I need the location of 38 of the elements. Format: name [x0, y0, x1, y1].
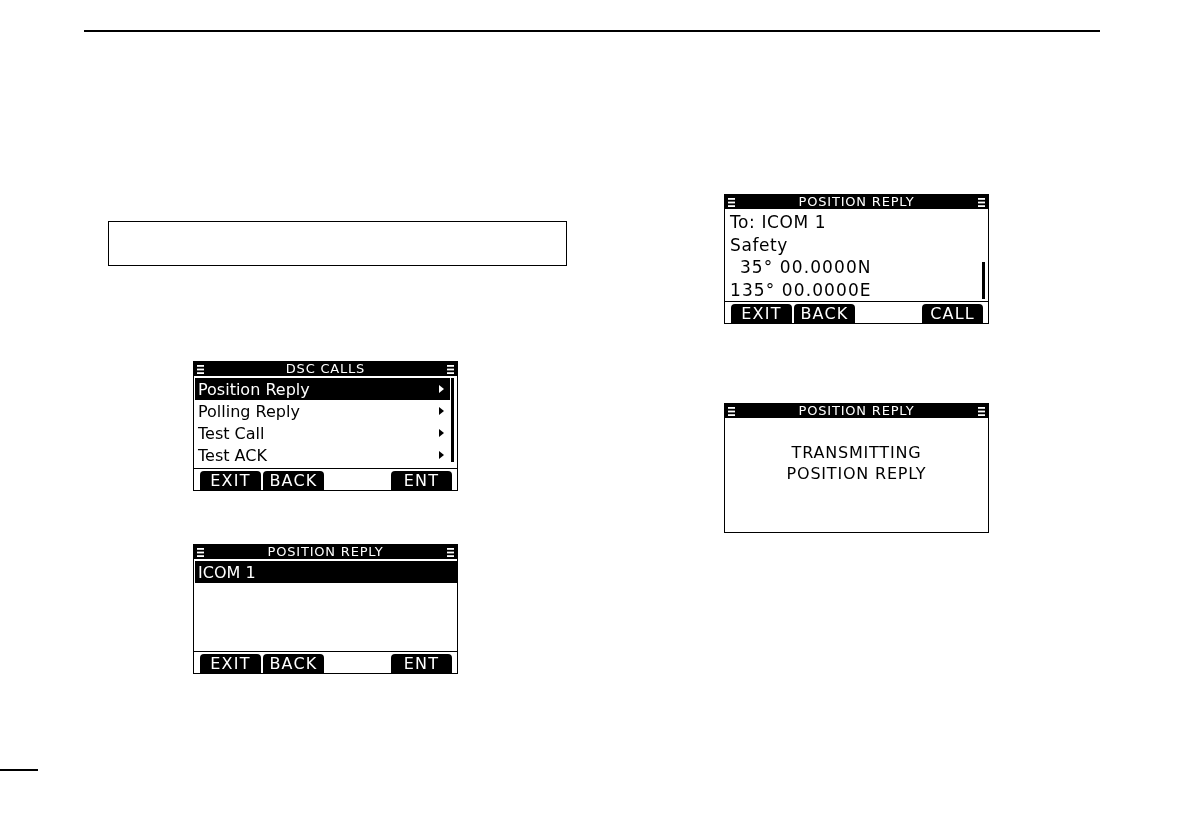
coordinate-text: 135° 00.0000E — [730, 278, 872, 301]
menu-icon — [978, 406, 985, 416]
scrollbar-thumb[interactable] — [982, 262, 985, 299]
menu-icon — [197, 364, 204, 374]
caret-right-icon — [439, 429, 444, 437]
menu-icon — [728, 197, 735, 207]
scrollbar-thumb[interactable] — [451, 378, 454, 463]
softkey[interactable]: CALL — [922, 304, 983, 323]
screen-title: POSITION REPLY — [267, 545, 384, 559]
softkey[interactable]: BACK — [263, 471, 324, 490]
menu-item[interactable]: Test Call — [195, 422, 450, 444]
menu-icon — [978, 197, 985, 207]
menu-item[interactable]: Position Reply — [195, 378, 450, 400]
screen-title: POSITION REPLY — [798, 195, 915, 209]
status-message: TRANSMITTING — [791, 442, 922, 463]
softkey[interactable]: EXIT — [200, 654, 261, 673]
info-text: To: ICOM 1 — [730, 211, 828, 233]
menu-icon — [197, 547, 204, 557]
menu-item[interactable]: Polling Reply — [195, 400, 450, 422]
softkey[interactable]: EXIT — [200, 471, 261, 490]
softkey[interactable]: EXIT — [731, 304, 792, 323]
softkey[interactable]: BACK — [794, 304, 855, 323]
screen-title: POSITION REPLY — [798, 404, 915, 418]
menu-icon — [447, 547, 454, 557]
menu-icon — [447, 364, 454, 374]
menu-item[interactable]: ICOM 1 — [195, 561, 457, 583]
menu-item[interactable]: Test ACK — [195, 444, 450, 466]
screen-title: DSC CALLS — [285, 362, 366, 376]
info-text: Safety — [730, 233, 789, 256]
softkey[interactable]: BACK — [263, 654, 324, 673]
status-message: POSITION REPLY — [786, 463, 927, 484]
softkey[interactable]: ENT — [391, 654, 452, 673]
menu-icon — [728, 406, 735, 416]
coordinate-text: 35° 00.0000N — [738, 256, 872, 278]
caret-right-icon — [439, 385, 444, 393]
softkey[interactable]: ENT — [391, 471, 452, 490]
caret-right-icon — [439, 451, 444, 459]
caret-right-icon — [439, 407, 444, 415]
